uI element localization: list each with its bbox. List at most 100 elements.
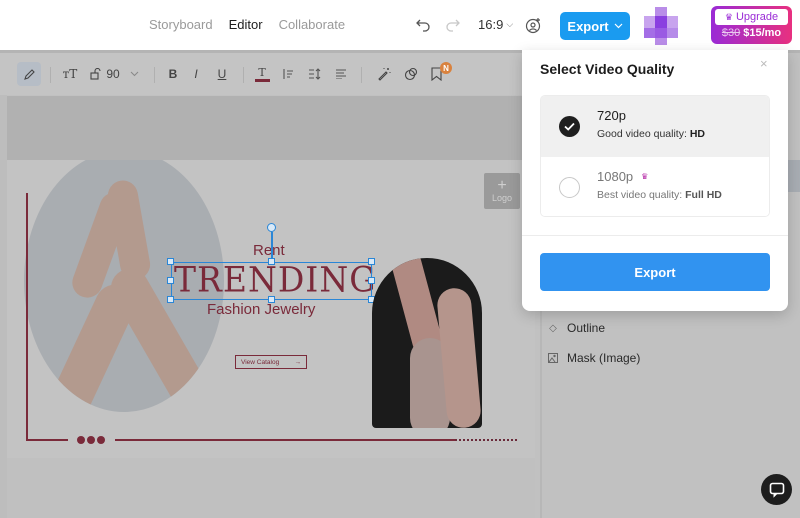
resize-handle-tr[interactable]: [368, 258, 375, 265]
panel-scroll-indicator[interactable]: [788, 160, 800, 192]
decor-dot: [77, 436, 85, 444]
logo-placeholder[interactable]: + Logo: [484, 173, 520, 209]
export-button[interactable]: Export: [560, 12, 630, 40]
nav-collaborate[interactable]: Collaborate: [279, 17, 346, 32]
frame-line-vertical: [26, 193, 28, 441]
edit-button[interactable]: [17, 62, 41, 86]
paragraph-button[interactable]: [334, 63, 348, 85]
italic-button[interactable]: I: [190, 63, 202, 85]
quality-option-720p[interactable]: 720p Good video quality: HD: [541, 96, 769, 157]
chat-icon: [769, 482, 784, 498]
magic-button[interactable]: [376, 63, 392, 85]
redo-button[interactable]: [444, 16, 462, 34]
resize-handle-tl[interactable]: [167, 258, 174, 265]
rotate-handle[interactable]: [267, 223, 276, 232]
fashion-jewelry-text[interactable]: Fashion Jewelry: [207, 301, 315, 318]
quality-options: 720p Good video quality: HD 1080p ♛ Best…: [540, 95, 770, 217]
export-label: Export: [567, 18, 609, 34]
plus-icon: +: [497, 177, 507, 194]
outline-label: Outline: [567, 321, 606, 335]
resize-handle-bl[interactable]: [167, 296, 174, 303]
crown-icon: ♛: [641, 172, 649, 181]
undo-button[interactable]: [414, 16, 432, 34]
decor-dot: [87, 436, 95, 444]
upgrade-label: Upgrade: [735, 11, 779, 23]
chevron-down-icon: [130, 71, 138, 77]
resize-handle-r[interactable]: [368, 277, 375, 284]
frame-line: [26, 439, 68, 441]
font-size-dropdown[interactable]: [128, 63, 140, 85]
toolbar-divider: [361, 67, 362, 83]
radio-selected[interactable]: [559, 116, 580, 137]
align-button[interactable]: [282, 63, 296, 85]
frame-line-dotted: [455, 439, 517, 441]
text-color-button[interactable]: T: [254, 63, 270, 85]
modal-export-button[interactable]: Export: [540, 253, 770, 291]
align-icon: [283, 69, 293, 79]
outline-option[interactable]: ◇ Outline: [548, 321, 605, 335]
diamond-icon: ◇: [549, 322, 557, 334]
rent-text[interactable]: Rent: [253, 242, 285, 259]
frame-line: [115, 439, 455, 441]
new-price: $15/mo: [743, 27, 782, 39]
modal-title: Select Video Quality: [540, 61, 675, 77]
left-strip: [0, 53, 7, 518]
option-description: Best video quality: Full HD: [597, 189, 722, 201]
quality-option-1080p[interactable]: 1080p ♛ Best video quality: Full HD: [541, 157, 769, 216]
text-size-button[interactable]: ᴛT: [62, 63, 78, 85]
option-title: 720p: [597, 108, 626, 123]
magic-wand-icon: [378, 68, 391, 81]
main-nav: Storyboard Editor Collaborate: [149, 17, 345, 32]
invite-user-button[interactable]: [524, 16, 542, 34]
redo-icon: [446, 19, 460, 32]
nav-storyboard[interactable]: Storyboard: [149, 17, 213, 32]
user-avatar[interactable]: [644, 7, 678, 45]
underline-button[interactable]: U: [215, 63, 229, 85]
resize-handle-l[interactable]: [167, 277, 174, 284]
canvas-bottom-area: [7, 458, 535, 518]
add-user-icon: [525, 17, 540, 33]
text-size-icon: ᴛT: [62, 67, 78, 81]
option-title: 1080p: [597, 169, 634, 184]
text-toolbar: ᴛT 90 B I U T: [0, 53, 540, 95]
text-color-swatch: [254, 78, 270, 82]
top-bar: Storyboard Editor Collaborate 16:9 ⌵ Exp…: [0, 0, 800, 52]
toolbar-divider: [243, 67, 244, 83]
arrow-right-icon: →: [294, 358, 302, 366]
resize-handle-t[interactable]: [268, 258, 275, 265]
aspect-ratio-select[interactable]: 16:9 ⌵: [478, 17, 513, 32]
video-quality-modal: Select Video Quality × 720p Good video q…: [522, 50, 788, 311]
shapes-button[interactable]: [403, 63, 419, 85]
lock-icon: [89, 68, 101, 80]
chevron-down-icon: ⌵: [506, 19, 514, 29]
feet-photo[interactable]: [372, 258, 482, 428]
line-spacing-icon: [309, 68, 321, 80]
radio-unselected[interactable]: [559, 177, 580, 198]
undo-icon: [416, 19, 430, 32]
paragraph-icon: [336, 69, 346, 79]
mask-image-label: Mask (Image): [567, 351, 641, 365]
text-color-icon: T: [258, 65, 266, 79]
upgrade-price: $30 $15/mo: [711, 27, 792, 39]
mask-image-option[interactable]: Mask (Image): [548, 351, 640, 365]
font-size-value[interactable]: 90: [104, 63, 122, 85]
line-spacing-button[interactable]: [307, 63, 323, 85]
canvas-top-area: [7, 96, 535, 160]
upgrade-button[interactable]: ♛ Upgrade $30 $15/mo: [711, 6, 792, 44]
nav-editor[interactable]: Editor: [229, 17, 263, 32]
lock-button[interactable]: [88, 63, 102, 85]
image-mask-icon: [548, 353, 558, 363]
toolbar-divider: [154, 67, 155, 83]
toolbar-divider: [50, 67, 51, 83]
modal-divider: [522, 235, 788, 236]
design-slide[interactable]: Rent TRENDING Fashion Jewelry View Catal…: [7, 160, 535, 458]
aspect-ratio-value: 16:9: [478, 17, 504, 32]
chat-support-button[interactable]: [761, 474, 792, 505]
resize-handle-b[interactable]: [268, 296, 275, 303]
check-icon: [564, 122, 575, 131]
bold-button[interactable]: B: [166, 63, 180, 85]
view-catalog-button[interactable]: View Catalog →: [235, 355, 307, 369]
logo-label: Logo: [491, 193, 513, 203]
close-icon[interactable]: ×: [760, 57, 772, 70]
decor-dot: [97, 436, 105, 444]
